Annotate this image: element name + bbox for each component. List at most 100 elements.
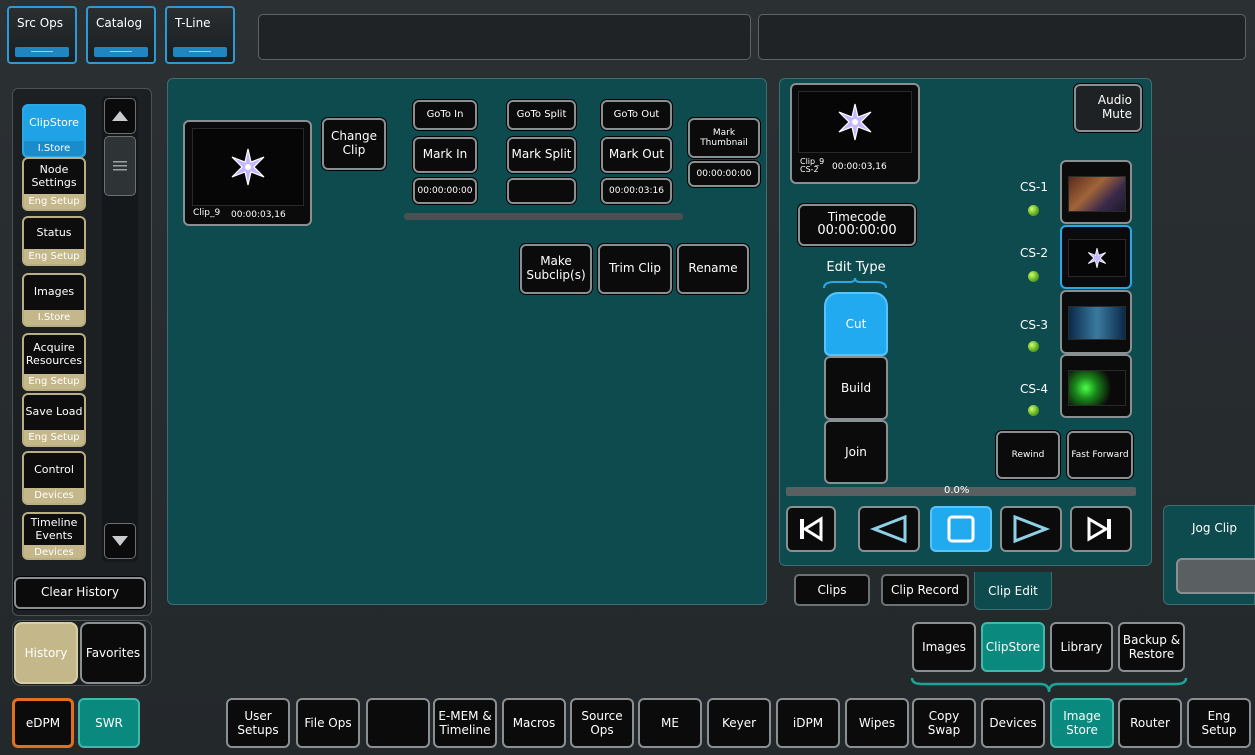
mark-thumbnail-button[interactable]: Mark Thumbnail	[688, 118, 760, 158]
subtab-images[interactable]: Images	[912, 622, 976, 672]
sidebar-item-timeline-events[interactable]: Timeline Events Devices	[22, 512, 86, 560]
sidebar-item-node-settings[interactable]: Node Settings Eng Setup	[22, 157, 86, 211]
button-label: Image Store	[1063, 708, 1101, 737]
change-clip-button[interactable]: Change Clip	[322, 118, 386, 170]
play-icon	[1013, 514, 1051, 544]
audio-mute-button[interactable]: Audio Mute	[1074, 84, 1142, 132]
goto-out-button[interactable]: GoTo Out	[601, 100, 672, 130]
subtab-library[interactable]: Library	[1050, 622, 1113, 672]
keyer-button[interactable]: Keyer	[707, 698, 771, 748]
clip-thumbnail[interactable]: Clip_9 00:00:03,16	[183, 120, 312, 226]
sidebar-item-images[interactable]: Images I.Store	[22, 273, 86, 327]
channel-cs4-thumb[interactable]	[1060, 354, 1132, 418]
emem-timeline-button[interactable]: E-MEM & Timeline	[433, 698, 497, 748]
mark-out-button[interactable]: Mark Out	[601, 137, 672, 173]
clear-history-button[interactable]: Clear History	[14, 577, 146, 609]
button-label: GoTo In	[426, 109, 464, 121]
button-label: eDPM	[25, 715, 61, 730]
subtab-clipstore[interactable]: ClipStore	[981, 622, 1045, 672]
tab-t-line[interactable]: T-Line	[165, 6, 235, 64]
button-label: ME	[661, 715, 679, 730]
edit-type-join[interactable]: Join	[824, 420, 888, 484]
eng-setup-button[interactable]: Eng Setup	[1187, 698, 1251, 748]
scroll-down-button[interactable]	[104, 523, 136, 559]
mark-split-button[interactable]: Mark Split	[507, 137, 576, 173]
scroll-up-button[interactable]	[104, 98, 136, 134]
subtab-backup-restore[interactable]: Backup & Restore	[1118, 622, 1185, 672]
jog-clip-label: Jog Clip	[1192, 521, 1237, 535]
goto-split-button[interactable]: GoTo Split	[507, 100, 576, 130]
sidebar-item-acquire-resources[interactable]: Acquire Resources Eng Setup	[22, 333, 86, 391]
image-store-button[interactable]: Image Store	[1050, 698, 1114, 748]
skip-to-start-button[interactable]	[786, 506, 836, 552]
trim-clip-button[interactable]: Trim Clip	[598, 244, 672, 294]
thumbnail-time: 00:00:00:00	[696, 168, 752, 179]
button-label: Eng Setup	[1201, 708, 1237, 737]
user-setups-button[interactable]: User Setups	[226, 698, 290, 748]
edpm-button[interactable]: eDPM	[12, 698, 74, 748]
source-ops-button[interactable]: Source Ops	[570, 698, 634, 748]
play-reverse-button[interactable]	[858, 506, 920, 552]
channel-cs2-thumb[interactable]	[1060, 225, 1132, 289]
favorites-tab[interactable]: Favorites	[80, 622, 146, 684]
sidebar-item-status[interactable]: Status Eng Setup	[22, 216, 86, 266]
tab-label: Src Ops	[17, 16, 64, 30]
button-label: Router	[1130, 715, 1170, 730]
stop-button[interactable]	[930, 506, 992, 552]
sidebar-item-control[interactable]: Control Devices	[22, 451, 86, 505]
button-label: User Setups	[237, 708, 279, 737]
tab-clip-record[interactable]: Clip Record	[881, 574, 969, 606]
router-button[interactable]: Router	[1118, 698, 1182, 748]
button-label: Change Clip	[331, 129, 377, 157]
app-root: Src Ops Catalog T-Line ClipStore I.Store…	[0, 0, 1255, 755]
button-label: GoTo Out	[613, 109, 660, 121]
file-ops-button[interactable]: File Ops	[296, 698, 360, 748]
clip-name: Clip_9	[193, 208, 221, 218]
goto-in-button[interactable]: GoTo In	[413, 100, 477, 130]
history-tab[interactable]: History	[14, 622, 78, 684]
rewind-button[interactable]: Rewind	[996, 431, 1060, 479]
channel-cs3-thumb[interactable]	[1060, 290, 1132, 354]
me-button[interactable]: ME	[638, 698, 702, 748]
sidebar-item-label: Timeline Events	[24, 514, 84, 545]
tab-src-ops[interactable]: Src Ops	[7, 6, 77, 64]
timecode-block: Timecode 00:00:00:00	[817, 210, 896, 240]
edit-type-cut[interactable]: Cut	[824, 292, 888, 356]
sidebar-item-sub: I.Store	[24, 141, 84, 156]
tab-catalog[interactable]: Catalog	[86, 6, 156, 64]
skip-to-end-button[interactable]	[1070, 506, 1132, 552]
button-label: SWR	[95, 715, 123, 730]
top-panel-left	[258, 14, 751, 60]
sidebar-item-save-load[interactable]: Save Load Eng Setup	[22, 393, 86, 447]
preview-duration: 00:00:03,16	[832, 162, 887, 172]
idpm-button[interactable]: iDPM	[776, 698, 840, 748]
button-label: Macros	[512, 715, 556, 730]
chevron-down-icon	[112, 536, 128, 546]
swr-button[interactable]: SWR	[78, 698, 140, 748]
sidebar-item-label: Status	[24, 218, 84, 249]
jog-clip-control[interactable]	[1176, 558, 1255, 594]
fast-forward-button[interactable]: Fast Forward	[1067, 431, 1133, 479]
copy-swap-button[interactable]: Copy Swap	[912, 698, 976, 748]
button-label: File Ops	[304, 715, 352, 730]
mark-in-button[interactable]: Mark In	[413, 137, 477, 173]
clip-range-bar[interactable]	[404, 213, 683, 220]
blank-button[interactable]	[366, 698, 430, 748]
tab-clip-edit[interactable]: Clip Edit	[974, 572, 1052, 610]
channel-cs1-thumb[interactable]	[1060, 160, 1132, 224]
sidebar-item-clipstore[interactable]: ClipStore I.Store	[22, 104, 86, 158]
scroll-thumb[interactable]	[104, 136, 136, 196]
tab-clips[interactable]: Clips	[794, 574, 870, 606]
make-subclip-button[interactable]: Make Subclip(s)	[520, 244, 592, 294]
macros-button[interactable]: Macros	[502, 698, 566, 748]
tab-indicator	[94, 47, 148, 57]
sidebar-item-sub: Eng Setup	[24, 194, 84, 209]
wipes-button[interactable]: Wipes	[845, 698, 909, 748]
subtab-label: Library	[1060, 639, 1103, 654]
rename-button[interactable]: Rename	[677, 244, 749, 294]
edit-type-build[interactable]: Build	[824, 356, 888, 420]
play-forward-button[interactable]	[1000, 506, 1062, 552]
button-label: Fast Forward	[1071, 449, 1129, 460]
devices-button[interactable]: Devices	[981, 698, 1045, 748]
sidebar-item-label: ClipStore	[24, 106, 84, 141]
